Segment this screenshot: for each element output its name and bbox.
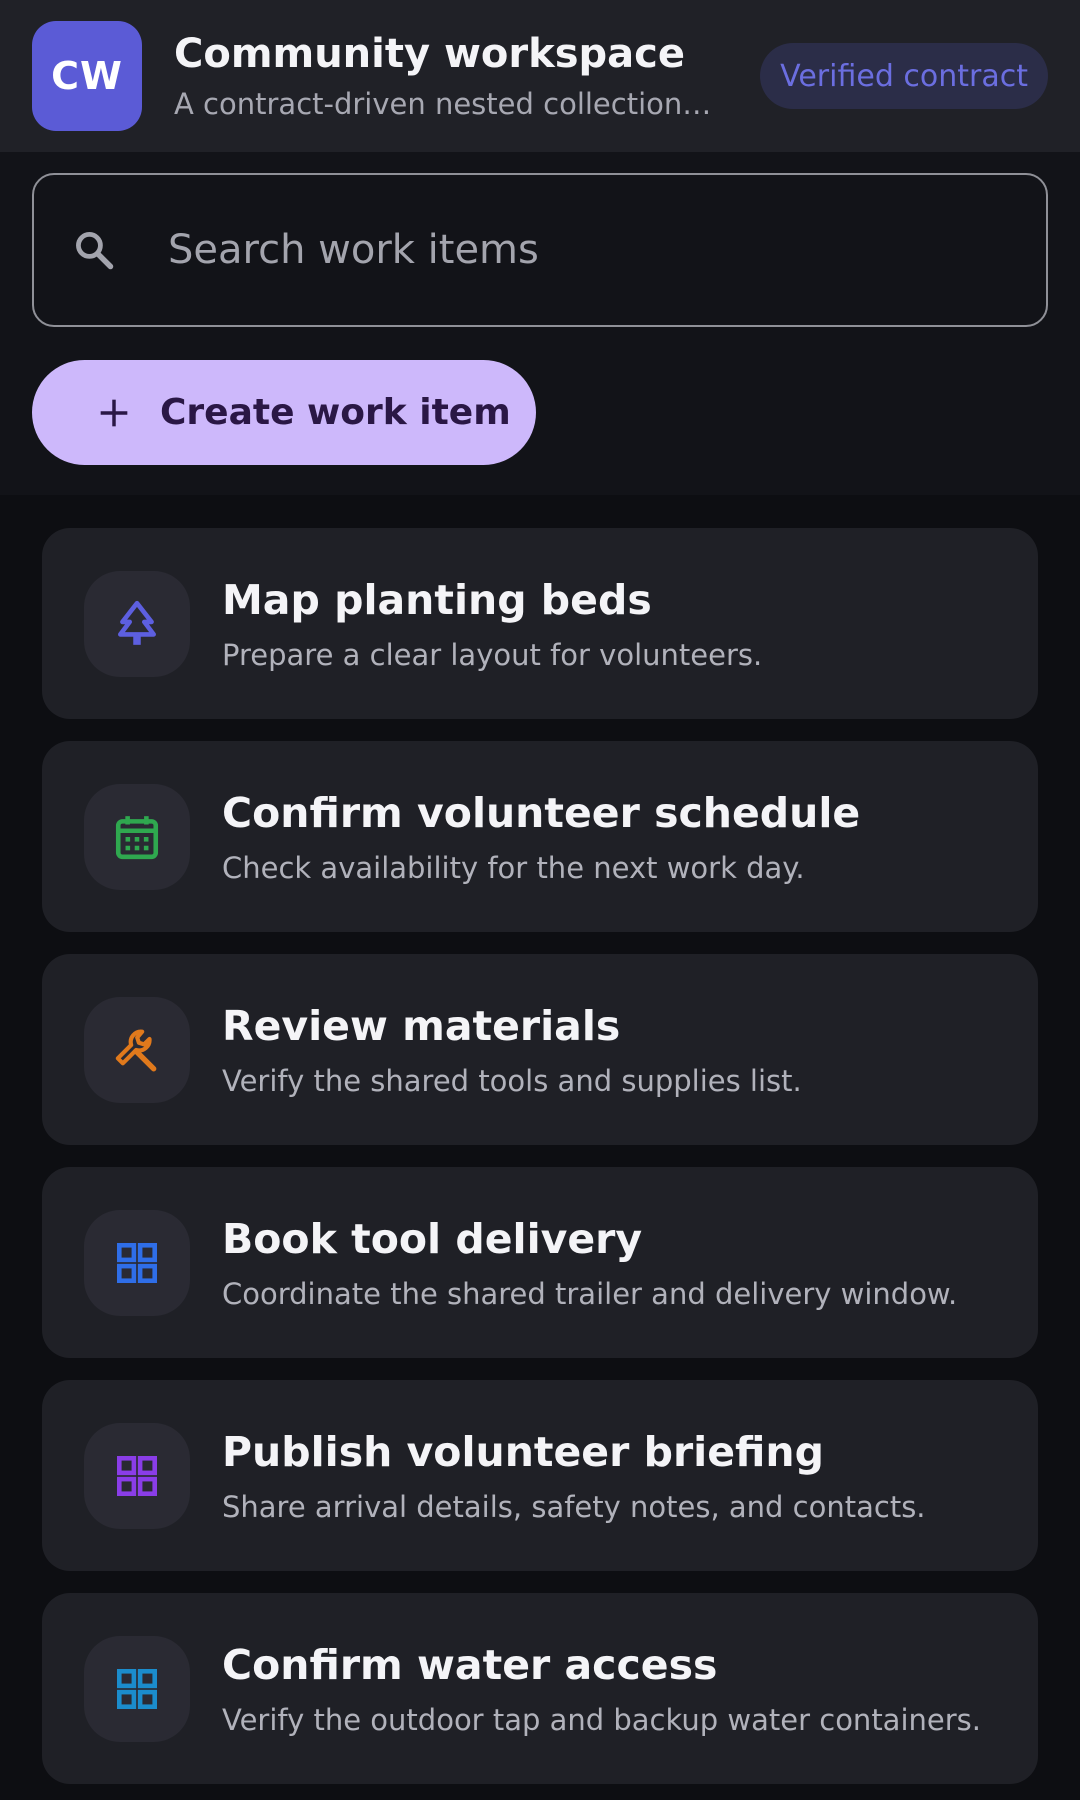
item-icon-tile bbox=[84, 1635, 190, 1742]
item-text: Map planting beds Prepare a clear layout… bbox=[222, 576, 762, 672]
page-title: Community workspace bbox=[174, 31, 686, 77]
grid-icon bbox=[117, 1455, 158, 1496]
item-description: Share arrival details, safety notes, and… bbox=[222, 1489, 926, 1524]
toolbar: Create work item bbox=[0, 152, 1080, 495]
item-title: Map planting beds bbox=[222, 575, 652, 624]
item-icon-tile bbox=[84, 996, 190, 1103]
calendar-icon bbox=[115, 815, 159, 859]
work-item-list: Map planting beds Prepare a clear layout… bbox=[0, 495, 1080, 1784]
page-subtitle: A contract-driven nested collection surf… bbox=[174, 87, 719, 121]
create-button-label: Create work item bbox=[160, 392, 511, 433]
wrench-icon bbox=[115, 1029, 157, 1071]
title-block: Community workspace A contract-driven ne… bbox=[174, 31, 740, 121]
item-description: Coordinate the shared trailer and delive… bbox=[222, 1276, 958, 1311]
item-icon-tile bbox=[84, 1209, 190, 1316]
item-icon-tile bbox=[84, 783, 190, 890]
item-text: Confirm water access Verify the outdoor … bbox=[222, 1641, 981, 1737]
item-text: Confirm volunteer schedule Check availab… bbox=[222, 789, 860, 885]
status-badge: Verified contract bbox=[760, 43, 1048, 109]
item-title: Publish volunteer briefing bbox=[222, 1427, 824, 1476]
item-title: Confirm volunteer schedule bbox=[222, 788, 861, 837]
app-header: CW Community workspace A contract-driven… bbox=[0, 0, 1080, 152]
list-item[interactable]: Confirm water access Verify the outdoor … bbox=[42, 1593, 1038, 1784]
item-description: Verify the outdoor tap and backup water … bbox=[222, 1702, 981, 1737]
plus-icon bbox=[100, 399, 128, 426]
search-icon bbox=[76, 232, 114, 270]
item-text: Review materials Verify the shared tools… bbox=[222, 1002, 802, 1098]
search-input[interactable] bbox=[168, 175, 1046, 325]
item-title: Confirm water access bbox=[222, 1640, 718, 1689]
list-item[interactable]: Publish volunteer briefing Share arrival… bbox=[42, 1380, 1038, 1571]
item-description: Verify the shared tools and supplies lis… bbox=[222, 1063, 802, 1098]
list-item[interactable]: Book tool delivery Coordinate the shared… bbox=[42, 1167, 1038, 1358]
list-item[interactable]: Confirm volunteer schedule Check availab… bbox=[42, 741, 1038, 932]
item-title: Review materials bbox=[222, 1001, 621, 1050]
item-icon-tile bbox=[84, 1422, 190, 1529]
item-description: Prepare a clear layout for volunteers. bbox=[222, 637, 763, 672]
list-item[interactable]: Map planting beds Prepare a clear layout… bbox=[42, 528, 1038, 719]
item-text: Publish volunteer briefing Share arrival… bbox=[222, 1428, 926, 1524]
create-work-item-button[interactable]: Create work item bbox=[32, 360, 536, 465]
list-item[interactable]: Review materials Verify the shared tools… bbox=[42, 954, 1038, 1145]
grid-icon bbox=[117, 1242, 158, 1283]
search-box[interactable] bbox=[32, 173, 1048, 327]
grid-icon bbox=[117, 1668, 158, 1709]
workspace-avatar: CW bbox=[32, 21, 142, 131]
tree-icon bbox=[118, 600, 156, 645]
item-icon-tile bbox=[84, 570, 190, 677]
item-description: Check availability for the next work day… bbox=[222, 850, 805, 885]
item-text: Book tool delivery Coordinate the shared… bbox=[222, 1215, 957, 1311]
item-title: Book tool delivery bbox=[222, 1214, 643, 1263]
